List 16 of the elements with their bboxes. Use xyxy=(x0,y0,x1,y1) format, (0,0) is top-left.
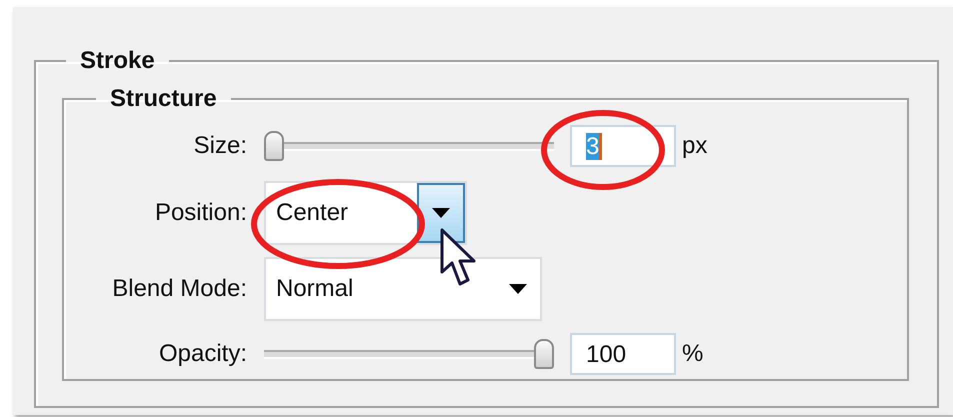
slider-thumb[interactable] xyxy=(264,131,284,161)
field-label: Position: xyxy=(154,199,247,227)
caret-icon xyxy=(432,208,450,218)
field-label: Opacity: xyxy=(158,340,247,368)
field-label: Blend Mode: xyxy=(111,275,247,303)
dropdown[interactable]: Normal xyxy=(264,257,542,321)
group-title: Structure xyxy=(109,85,218,113)
number-field[interactable]: 100 xyxy=(570,333,676,375)
slider-thumb[interactable] xyxy=(534,339,554,369)
caret-icon xyxy=(509,284,527,294)
dropdown[interactable]: Center xyxy=(264,181,467,245)
field-label: Size: xyxy=(192,132,247,160)
unit-label: % xyxy=(682,340,704,368)
mouse-pointer-icon xyxy=(440,228,478,288)
unit-label: px xyxy=(682,132,708,160)
group-title: Stroke xyxy=(79,47,156,75)
